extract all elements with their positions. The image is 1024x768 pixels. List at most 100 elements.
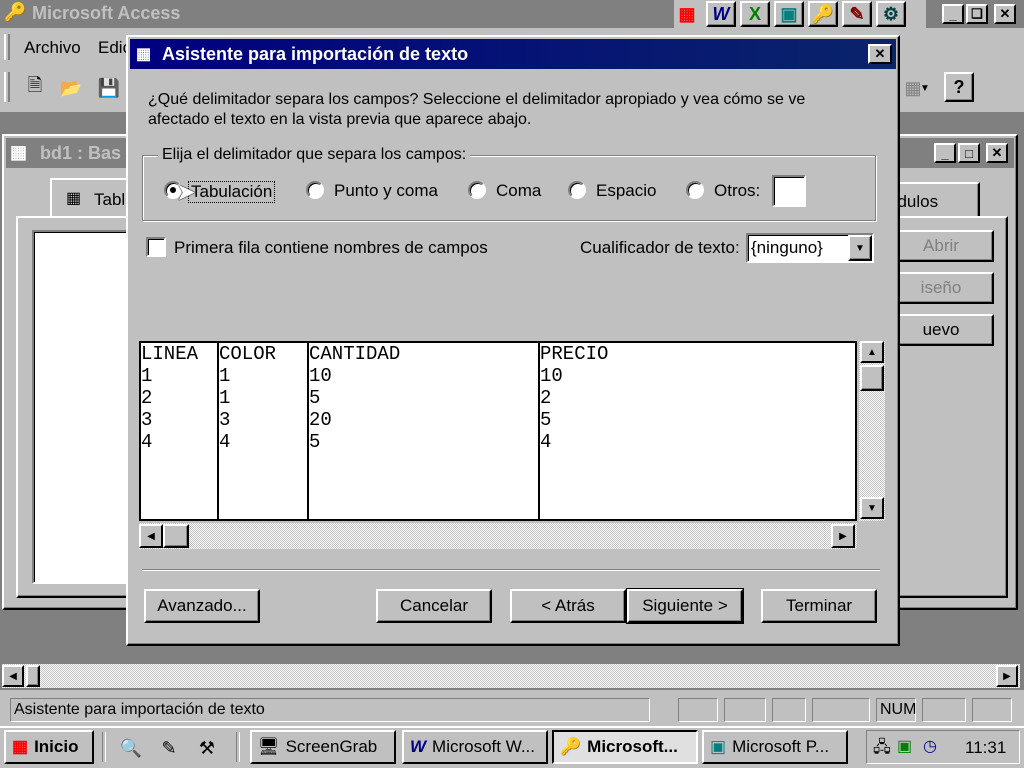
outlook-icon[interactable]: ✎	[154, 734, 184, 762]
start-button[interactable]: ▦ Inicio	[4, 730, 94, 764]
preview-cell: 2	[141, 387, 153, 409]
radio-other-label[interactable]: Otros:	[714, 181, 760, 201]
preview-grid[interactable]: LINEA COLOR CANTIDAD PRECIO 1 1 10 10 2 …	[139, 341, 857, 521]
task-screengrab[interactable]: 🖥 ScreenGrab	[250, 730, 396, 764]
radio-semicolon[interactable]	[306, 181, 324, 199]
task-label: Microsoft P...	[732, 737, 830, 756]
new-file-icon[interactable]: 🗎	[20, 74, 50, 102]
minimize-button[interactable]: _	[942, 4, 964, 24]
num-lock-indicator: NUM	[876, 698, 916, 722]
restore-button[interactable]: ❏	[966, 4, 988, 24]
back-button-label: < Atrás	[541, 596, 595, 615]
save-icon[interactable]: 💾	[94, 74, 124, 102]
radio-comma[interactable]	[468, 181, 486, 199]
quicklaunch-divider	[102, 732, 106, 762]
main-scroll-right-button[interactable]: ▶	[996, 665, 1018, 687]
office-logo-icon[interactable]: ▦	[674, 0, 700, 28]
db-close-button[interactable]: ✕	[986, 143, 1008, 163]
radio-space-label[interactable]: Espacio	[596, 181, 656, 201]
access-icon[interactable]: 🔑	[808, 1, 838, 27]
status-cell	[772, 698, 806, 722]
preview-cell: 10	[540, 365, 563, 387]
radio-semicolon-label[interactable]: Punto y coma	[334, 181, 438, 201]
vscroll-thumb[interactable]	[860, 365, 884, 391]
main-hscrollbar[interactable]: ◀ ▶	[2, 664, 1020, 688]
main-scroll-left-button[interactable]: ◀	[2, 665, 24, 687]
scroll-down-button[interactable]: ▼	[860, 497, 884, 519]
radio-tab-label[interactable]: Tabulación	[188, 181, 276, 203]
word-icon[interactable]: W	[706, 1, 736, 27]
first-row-checkbox[interactable]	[146, 237, 166, 257]
shortcut-icon[interactable]: ⚙	[876, 1, 906, 27]
db-minimize-button[interactable]: _	[934, 143, 956, 163]
qualifier-select[interactable]: {ninguno} ▼	[746, 233, 874, 263]
first-row-label[interactable]: Primera fila contiene nombres de campos	[174, 238, 488, 258]
tray-monitor-icon[interactable]: ▣	[897, 736, 912, 756]
finish-button-label: Terminar	[785, 596, 853, 615]
qualifier-dropdown-button[interactable]: ▼	[848, 235, 872, 261]
menu-archivo[interactable]: Archivo	[24, 38, 81, 58]
tray-clock-icon[interactable]: ◷	[923, 736, 937, 756]
back-button[interactable]: < Atrás	[510, 589, 626, 623]
cancel-button-label: Cancelar	[399, 596, 469, 615]
preview-cell: 1	[141, 365, 153, 387]
dialog-close-button[interactable]: ✕	[868, 44, 892, 64]
preview-hscrollbar[interactable]: ◀ ▶	[139, 523, 857, 549]
preview-cell: 5	[309, 431, 321, 453]
hscroll-thumb[interactable]	[163, 524, 189, 548]
task-access[interactable]: 🔑 Microsoft...	[552, 730, 698, 764]
status-cell	[972, 698, 1012, 722]
explorer-icon[interactable]: 🔍	[116, 734, 146, 762]
preview-col-divider[interactable]	[141, 343, 219, 519]
design-button[interactable]: iseño	[888, 272, 994, 304]
open-button[interactable]: Abrir	[888, 230, 994, 262]
help-icon[interactable]: ?	[944, 72, 974, 102]
radio-other[interactable]	[686, 181, 704, 199]
main-scroll-thumb[interactable]	[26, 665, 40, 687]
close-button[interactable]: ✕	[994, 4, 1016, 24]
start-label: Inicio	[34, 737, 79, 756]
scroll-up-button[interactable]: ▲	[860, 341, 884, 363]
office-shortcut-bar: ▦ W X ▣ 🔑 ✎ ⚙	[674, 0, 926, 28]
key-icon: 🔑	[560, 737, 582, 756]
excel-icon[interactable]: X	[740, 1, 770, 27]
preview-col-divider[interactable]	[309, 343, 540, 519]
chevron-right-icon: ▶	[839, 530, 847, 542]
preview-cell: 10	[309, 365, 332, 387]
advanced-button[interactable]: Avanzado...	[144, 589, 260, 623]
task-word[interactable]: W Microsoft W...	[402, 730, 548, 764]
button-separator	[142, 569, 880, 571]
radio-comma-label[interactable]: Coma	[496, 181, 541, 201]
other-delimiter-input[interactable]	[772, 175, 806, 207]
mouse-cursor-icon: ➤	[176, 179, 197, 206]
status-cell	[922, 698, 966, 722]
preview-header-cell: LINEA	[141, 343, 199, 365]
preview-header-cell: COLOR	[219, 343, 277, 365]
open-folder-icon[interactable]: 📂	[56, 74, 86, 102]
preview-vscrollbar[interactable]: ▲ ▼	[859, 341, 885, 521]
powerpoint-icon: ▣	[710, 737, 727, 756]
scroll-right-button[interactable]: ▶	[831, 524, 855, 548]
tab-tables-label: Tabl	[94, 190, 126, 209]
powerpoint-icon[interactable]: ▣	[774, 1, 804, 27]
app-title: Microsoft Access	[32, 3, 181, 23]
instruction-line-1: ¿Qué delimitador separa los campos? Sele…	[148, 91, 806, 108]
db-maximize-button[interactable]: □	[958, 143, 980, 163]
scroll-left-button[interactable]: ◀	[139, 524, 163, 548]
qualifier-value: {ninguno}	[751, 238, 823, 257]
status-cell	[724, 698, 766, 722]
notes-icon[interactable]: ✎	[842, 1, 872, 27]
preview-col-divider[interactable]	[219, 343, 309, 519]
open-button-label: Abrir	[923, 236, 959, 255]
tools-icon[interactable]: ⚒	[192, 734, 222, 762]
taskbar-clock[interactable]: 11:31	[965, 738, 1006, 758]
cancel-button[interactable]: Cancelar	[376, 589, 492, 623]
tray-network-icon[interactable]: 🖧	[873, 736, 891, 763]
radio-space[interactable]	[568, 181, 586, 199]
status-text: Asistente para importación de texto	[10, 698, 650, 722]
finish-button[interactable]: Terminar	[761, 589, 877, 623]
task-powerpoint[interactable]: ▣ Microsoft P...	[702, 730, 848, 764]
new-button[interactable]: uevo	[888, 314, 994, 346]
dropdown-arrow-icon[interactable]: ▼	[910, 74, 940, 102]
next-button[interactable]: Siguiente >	[626, 588, 744, 624]
